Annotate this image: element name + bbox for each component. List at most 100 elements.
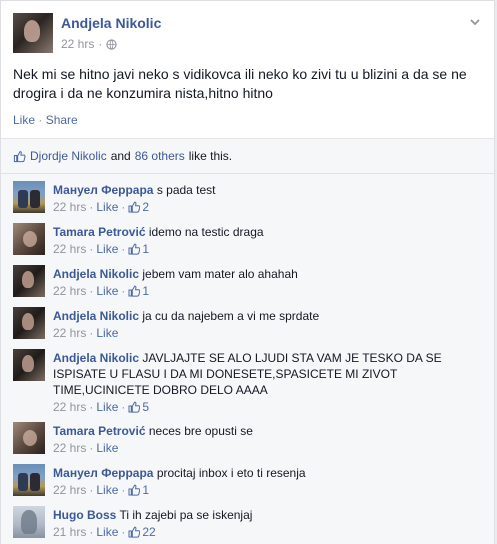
commenter-avatar[interactable] [13, 349, 45, 381]
likes-others-link[interactable]: 86 others [135, 149, 185, 163]
thumbs-up-icon [128, 401, 141, 413]
meta-separator: · [89, 242, 94, 256]
commenter-name[interactable]: Мануел Феррара [53, 466, 153, 480]
thumbs-up-icon [128, 201, 141, 213]
comment-time[interactable]: 22 hrs [53, 441, 86, 455]
comment-like-count[interactable]: 2 [128, 200, 149, 214]
comment-text: neces bre opusti se [148, 424, 253, 438]
meta-separator: · [89, 525, 94, 539]
meta-separator: · [121, 242, 126, 256]
comment-time[interactable]: 22 hrs [53, 200, 86, 214]
meta-separator: · [121, 400, 126, 414]
comment-like-button[interactable]: Like [96, 400, 118, 414]
meta-separator: · [121, 284, 126, 298]
like-count-value: 2 [142, 200, 150, 214]
likes-summary: Djordje Nikolic and 86 others like this. [13, 149, 232, 163]
comment-meta: 22 hrs · Like · 2 [53, 200, 149, 214]
comment-time[interactable]: 22 hrs [53, 326, 86, 340]
commenter-avatar[interactable] [13, 181, 45, 213]
commenter-avatar[interactable] [13, 422, 45, 454]
comment-text: s pada test [156, 183, 216, 197]
like-count-value: 1 [142, 284, 150, 298]
comment-like-button[interactable]: Like [96, 200, 118, 214]
like-count-value: 1 [142, 483, 150, 497]
post-text: Nek mi se hitno javi neko s vidikovca il… [13, 66, 467, 101]
like-count-value: 22 [142, 525, 156, 539]
comment-body: Andjela Nikolic jebem vam mater alo ahah… [53, 266, 483, 282]
chevron-down-icon[interactable] [468, 15, 482, 29]
comment-meta: 22 hrs · Like · 5 [53, 400, 149, 414]
comment-like-button[interactable]: Like [96, 326, 118, 340]
commenter-name[interactable]: Andjela Nikolic [53, 309, 139, 323]
meta-separator: · [121, 200, 126, 214]
commenter-avatar[interactable] [13, 506, 45, 538]
commenter-avatar[interactable] [13, 307, 45, 339]
thumbs-up-icon [128, 484, 141, 496]
commenter-name[interactable]: Tamara Petrović [53, 225, 146, 239]
thumbs-up-icon [13, 150, 26, 162]
comment-text: jebem vam mater alo ahahah [142, 267, 298, 281]
globe-icon[interactable] [106, 38, 117, 50]
meta-separator: · [121, 525, 126, 539]
meta-separator: · [89, 326, 94, 340]
like-count-value: 5 [142, 400, 150, 414]
comment-time[interactable]: 21 hrs [53, 525, 86, 539]
comment-like-button[interactable]: Like [96, 242, 118, 256]
comment-time[interactable]: 22 hrs [53, 242, 86, 256]
comment-meta: 22 hrs · Like [53, 441, 118, 455]
like-count-value: 1 [142, 242, 150, 256]
meta-separator: · [89, 284, 94, 298]
comment-meta: 21 hrs · Like · 22 [53, 525, 156, 539]
comment-text: procitaj inbox i eto ti resenja [156, 466, 306, 480]
comment-body: Andjela Nikolic ja cu da najebem a vi me… [53, 308, 483, 324]
action-separator: · [38, 113, 43, 127]
commenter-avatar[interactable] [13, 464, 45, 496]
thumbs-up-icon [128, 243, 141, 255]
post-time[interactable]: 22 hrs [61, 37, 94, 51]
likes-and: and [110, 149, 131, 163]
comment-like-button[interactable]: Like [96, 525, 118, 539]
post-card: Andjela Nikolic 22 hrs · Nek mi se hitno… [0, 0, 495, 544]
comment-body: Tamara Petrović neces bre opusti se [53, 423, 483, 439]
commenter-avatar[interactable] [13, 223, 45, 255]
like-button[interactable]: Like [13, 113, 35, 127]
commenter-name[interactable]: Hugo Boss [53, 508, 116, 522]
meta-separator: · [98, 37, 103, 51]
comment-like-count[interactable]: 1 [128, 242, 149, 256]
comment-like-count[interactable]: 5 [128, 400, 149, 414]
comment-body: Hugo Boss Ti ih zajebi pa se iskenjaj [53, 507, 483, 523]
liker-name[interactable]: Djordje Nikolic [30, 149, 107, 163]
commenter-avatar[interactable] [13, 265, 45, 297]
comment-meta: 22 hrs · Like [53, 326, 118, 340]
comment-time[interactable]: 22 hrs [53, 284, 86, 298]
comment-like-button[interactable]: Like [96, 284, 118, 298]
meta-separator: · [89, 200, 94, 214]
commenter-name[interactable]: Мануел Феррара [53, 183, 153, 197]
comment-body: Мануел Феррара s pada test [53, 182, 483, 198]
comment-text: ja cu da najebem a vi me sprdate [142, 309, 320, 323]
comment-like-button[interactable]: Like [96, 441, 118, 455]
commenter-name[interactable]: Andjela Nikolic [53, 267, 139, 281]
commenter-name[interactable]: Andjela Nikolic [53, 351, 139, 365]
comment-like-count[interactable]: 1 [128, 483, 149, 497]
meta-separator: · [121, 483, 126, 497]
comment-meta: 22 hrs · Like · 1 [53, 242, 149, 256]
comment-time[interactable]: 22 hrs [53, 483, 86, 497]
comment-like-count[interactable]: 1 [128, 284, 149, 298]
post-meta: 22 hrs · [61, 37, 117, 51]
comment-time[interactable]: 22 hrs [53, 400, 86, 414]
post-header: Andjela Nikolic 22 hrs · [1, 1, 494, 63]
post-actions: Like · Share [13, 113, 78, 127]
divider [1, 173, 494, 174]
meta-separator: · [89, 400, 94, 414]
thumbs-up-icon [128, 285, 141, 297]
commenter-name[interactable]: Tamara Petrović [53, 424, 146, 438]
author-avatar[interactable] [13, 13, 53, 53]
comment-body: Tamara Petrović idemo na testic draga [53, 224, 483, 240]
post-author[interactable]: Andjela Nikolic [61, 15, 161, 31]
comment-body: Мануел Феррара procitaj inbox i eto ti r… [53, 465, 483, 481]
comment-text: idemo na testic draga [148, 225, 264, 239]
share-button[interactable]: Share [46, 113, 78, 127]
comment-like-count[interactable]: 22 [128, 525, 156, 539]
comment-like-button[interactable]: Like [96, 483, 118, 497]
